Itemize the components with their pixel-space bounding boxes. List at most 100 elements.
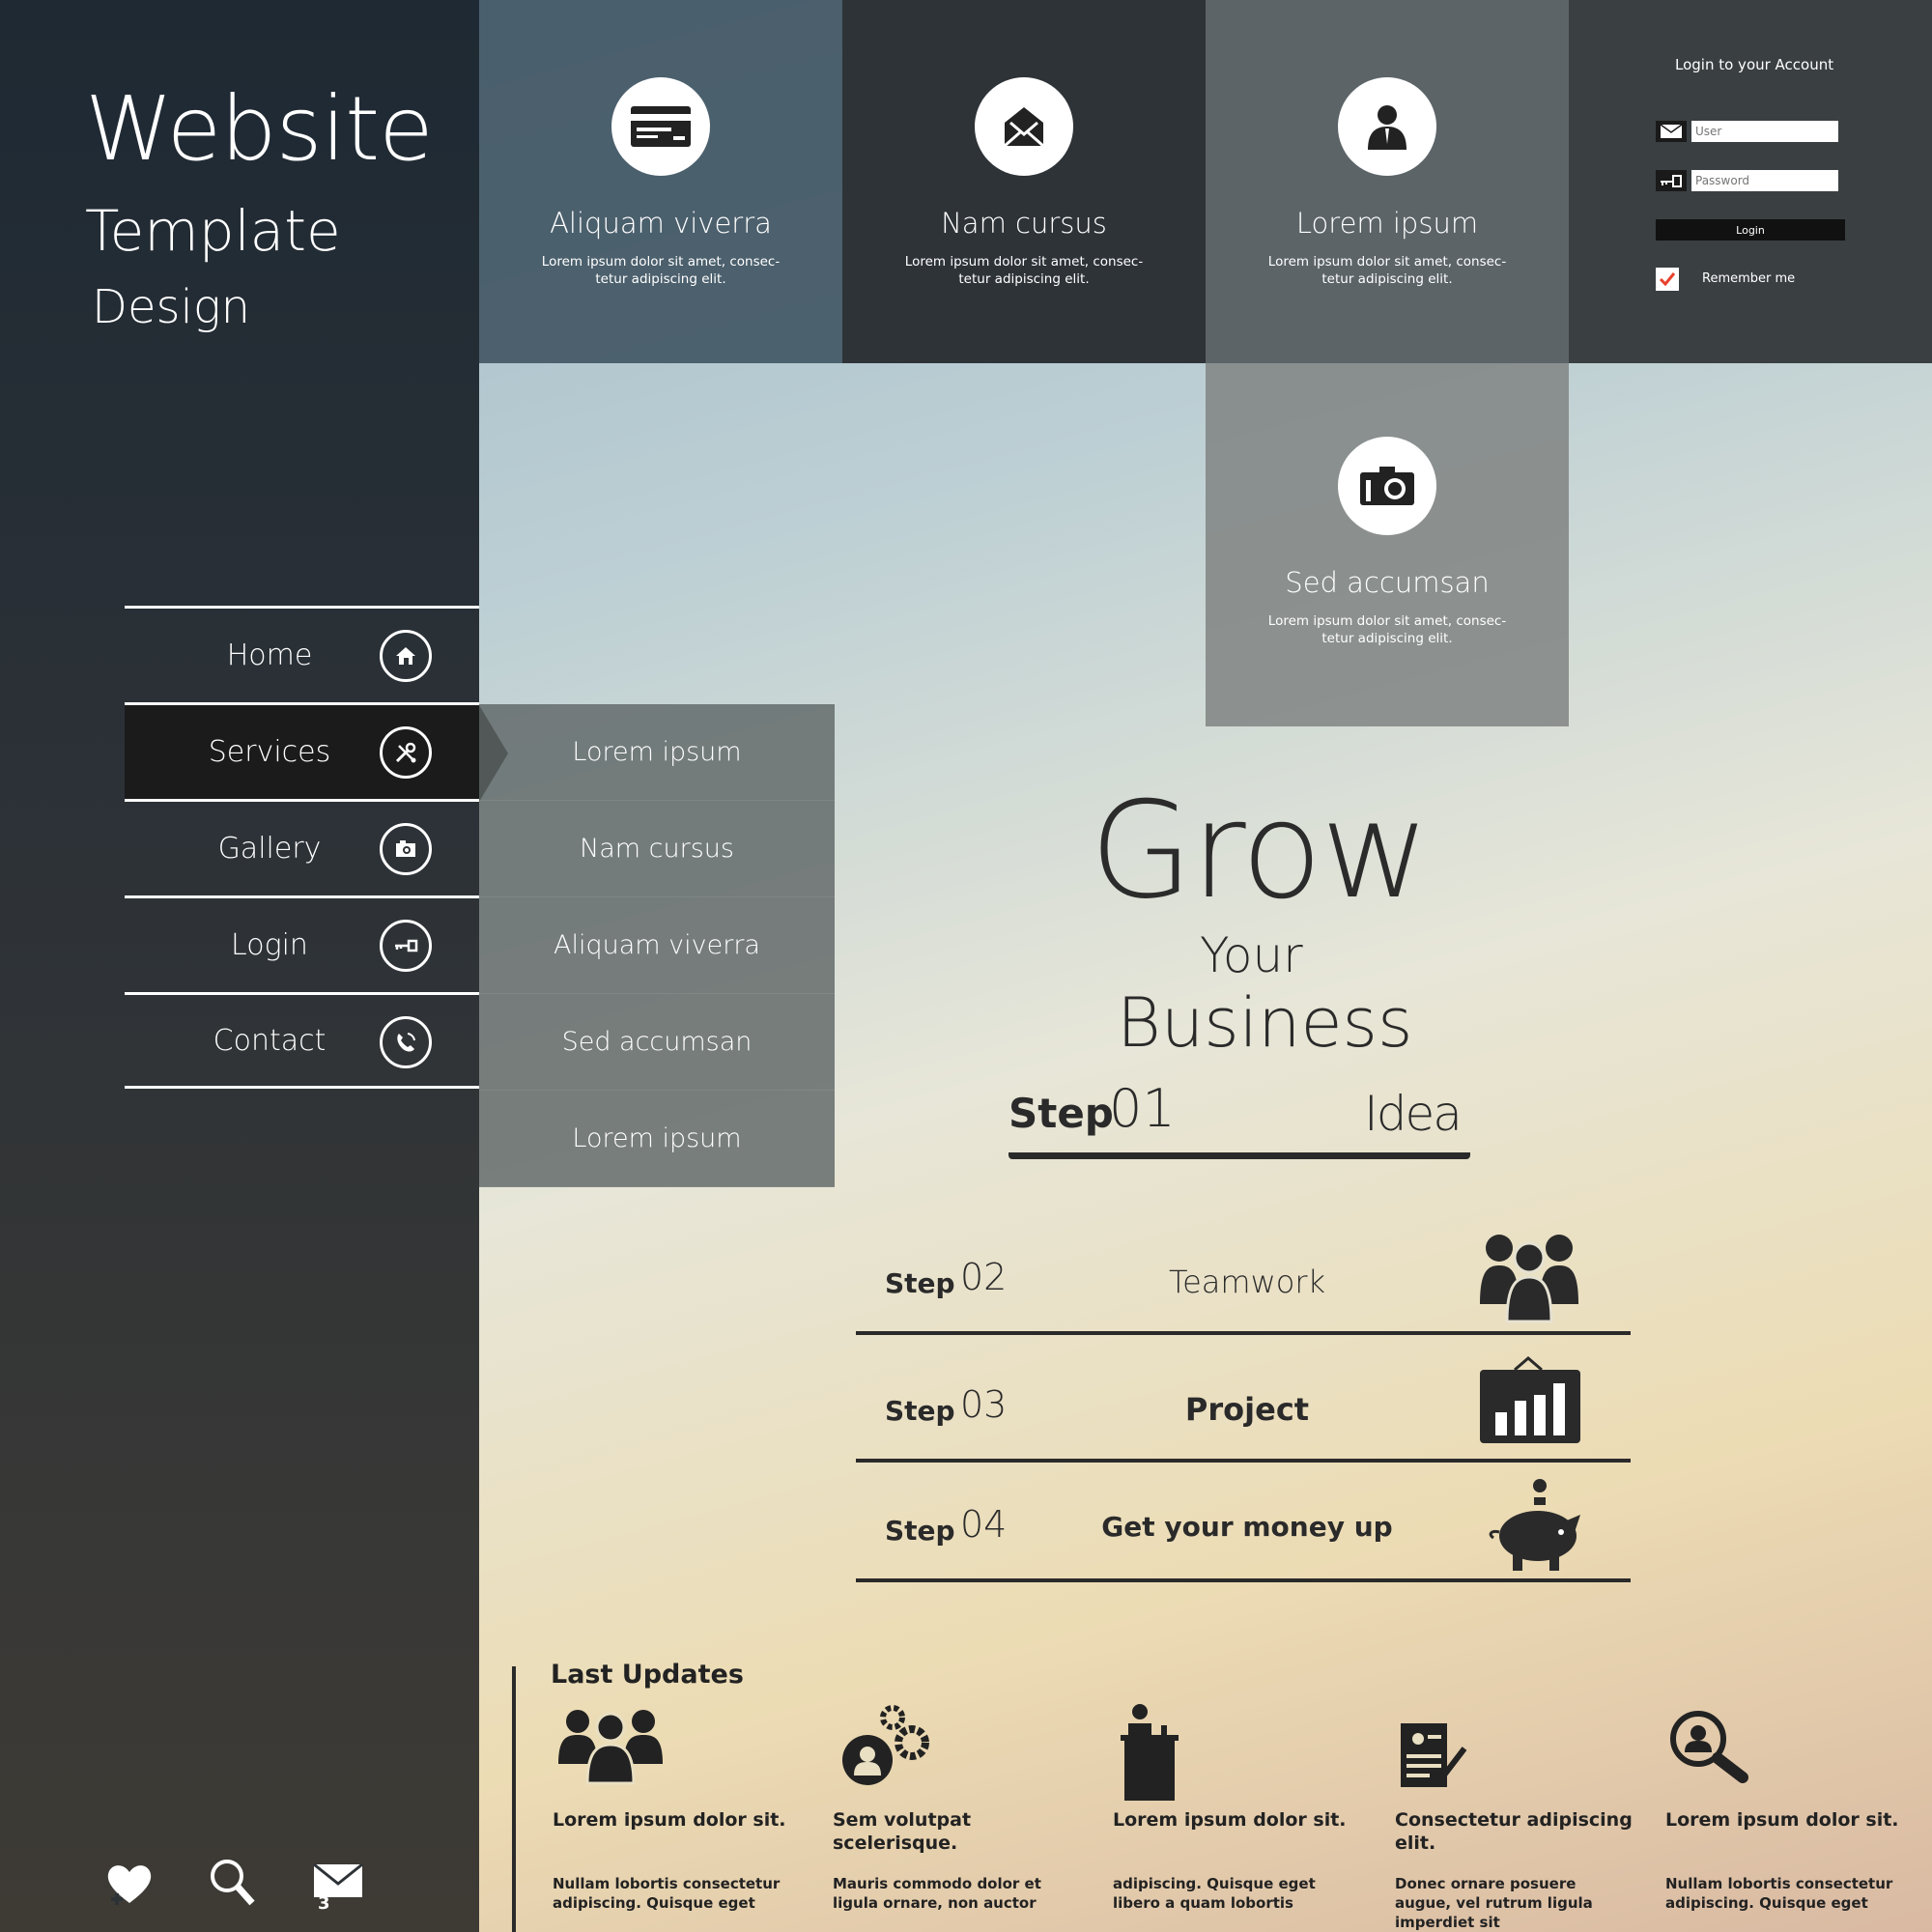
- envelope-icon: [1656, 121, 1687, 142]
- step-name: Get your money up: [1101, 1511, 1393, 1543]
- tile-description: Lorem ipsum dolor sit amet, consec-tetur…: [1267, 613, 1507, 646]
- resume-icon: [1395, 1700, 1520, 1806]
- step-name: Idea: [1364, 1086, 1463, 1142]
- step-row: Step 03 Project: [856, 1337, 1631, 1463]
- update-item[interactable]: Lorem ipsum dolor sit. Nullam lobortis c…: [1665, 1700, 1907, 1912]
- step-number: 01: [1109, 1078, 1176, 1139]
- brand-tagline: Design: [92, 280, 251, 334]
- update-heading: Sem volutpat scelerisque.: [833, 1809, 972, 1854]
- speaker-podium-icon: [1113, 1700, 1238, 1806]
- feature-tile[interactable]: Nam cursus Lorem ipsum dolor sit amet, c…: [842, 0, 1206, 363]
- credit-card-icon: [611, 77, 710, 176]
- step-name: Teamwork: [1168, 1264, 1325, 1300]
- home-icon: [380, 630, 432, 682]
- group-icon: [553, 1700, 678, 1806]
- feature-tile[interactable]: Lorem ipsum Lorem ipsum dolor sit amet, …: [1206, 0, 1569, 363]
- step-word: Step: [885, 1395, 955, 1427]
- step-word: Step: [885, 1267, 955, 1299]
- update-heading: Lorem ipsum dolor sit.: [553, 1809, 786, 1831]
- tile-title: Lorem ipsum: [1295, 207, 1479, 240]
- step-word: Step: [885, 1515, 955, 1547]
- update-text: Nullam lobortis consectetur adipiscing. …: [1665, 1875, 1893, 1912]
- nav-label: Services: [208, 735, 331, 769]
- tile-description: Lorem ipsum dolor sit amet, consec-tetur…: [1267, 254, 1507, 287]
- tools-icon: [380, 726, 432, 779]
- update-item[interactable]: Sem volutpat scelerisque. Mauris commodo…: [833, 1700, 1074, 1912]
- submenu-item[interactable]: Sed accumsan: [479, 994, 835, 1091]
- nav-item-login[interactable]: Login: [125, 895, 479, 992]
- update-heading: Lorem ipsum dolor sit.: [1113, 1809, 1347, 1831]
- update-text: adipiscing. Quisque eget libero a quam l…: [1113, 1875, 1316, 1912]
- feature-tile[interactable]: Sed accumsan Lorem ipsum dolor sit amet,…: [1206, 363, 1569, 726]
- mail-badge: 3: [318, 1893, 330, 1911]
- login-panel: Login to your Account Login Remember me: [1569, 0, 1932, 363]
- user-field[interactable]: [1691, 121, 1838, 142]
- updates-divider: [512, 1666, 516, 1932]
- step-word: Step: [1009, 1090, 1114, 1137]
- submenu-item[interactable]: Aliquam viverra: [479, 897, 835, 994]
- step-row: Step 02 Teamwork: [856, 1209, 1631, 1335]
- submenu-item[interactable]: Lorem ipsum: [479, 704, 835, 801]
- envelope-open-icon: [975, 77, 1073, 176]
- user-row: [1656, 121, 1838, 142]
- step-row: Step 01 Idea: [1009, 1078, 1470, 1159]
- bottom-toolbar: 3: [101, 1855, 366, 1914]
- nav-label: Home: [226, 639, 313, 672]
- tile-title: Sed accumsan: [1285, 566, 1490, 599]
- updates-title: Last Updates: [551, 1660, 744, 1690]
- login-title: Login to your Account: [1675, 56, 1834, 73]
- nav-label: Contact: [213, 1023, 327, 1058]
- step-row: Step 04 Get your money up: [856, 1457, 1631, 1582]
- update-text: Donec ornare posuere augue, vel rutrum l…: [1395, 1875, 1593, 1931]
- heart-add-icon[interactable]: [101, 1855, 157, 1911]
- team-icon: [1466, 1229, 1592, 1325]
- password-field[interactable]: [1691, 170, 1838, 191]
- piggy-bank-icon: [1466, 1476, 1592, 1573]
- hero-line-3: Business: [1117, 983, 1413, 1063]
- password-row: [1656, 170, 1838, 191]
- gears-user-icon: [833, 1700, 958, 1806]
- nav-label: Login: [231, 928, 308, 962]
- chart-board-icon: [1466, 1356, 1592, 1453]
- update-text: Nullam lobortis consectetur adipiscing. …: [553, 1875, 781, 1912]
- submenu-item[interactable]: Lorem ipsum: [479, 1091, 835, 1187]
- update-text: Mauris commodo dolor et ligula ornare, n…: [833, 1875, 1041, 1912]
- mail-icon[interactable]: 3: [310, 1855, 366, 1914]
- update-item[interactable]: Lorem ipsum dolor sit. Nullam lobortis c…: [553, 1700, 794, 1912]
- remember-checkbox[interactable]: [1656, 268, 1679, 291]
- feature-tile[interactable]: Aliquam viverra Lorem ipsum dolor sit am…: [479, 0, 842, 363]
- main-nav: Home Services Gallery Login Contact: [125, 606, 508, 1089]
- nav-item-home[interactable]: Home: [125, 606, 479, 702]
- login-button[interactable]: Login: [1656, 219, 1845, 241]
- step-number: 04: [960, 1503, 1008, 1546]
- tile-description: Lorem ipsum dolor sit amet, consec-tetur…: [904, 254, 1144, 287]
- step-number: 03: [960, 1383, 1008, 1426]
- nav-item-gallery[interactable]: Gallery: [125, 799, 479, 895]
- sidebar: Website Template Design Home Services Ga…: [0, 0, 508, 1932]
- tile-title: Aliquam viverra: [550, 207, 772, 240]
- user-icon: [1338, 77, 1436, 176]
- nav-item-services[interactable]: Services: [125, 702, 508, 802]
- submenu-item[interactable]: Nam cursus: [479, 801, 835, 897]
- step-name: Project: [1184, 1391, 1310, 1428]
- services-submenu: Lorem ipsum Nam cursus Aliquam viverra S…: [479, 704, 835, 1187]
- brand-subtitle: Template: [85, 198, 341, 264]
- phone-icon: [380, 1016, 432, 1068]
- nav-item-contact[interactable]: Contact: [125, 992, 479, 1089]
- update-item[interactable]: Lorem ipsum dolor sit. adipiscing. Quisq…: [1113, 1700, 1354, 1912]
- hero-line-2: Your: [1200, 927, 1303, 983]
- update-item[interactable]: Consectetur adipiscing elit. Donec ornar…: [1395, 1700, 1636, 1931]
- hero-line-1: Grow: [1090, 773, 1430, 928]
- nav-label: Gallery: [217, 832, 322, 866]
- user-search-icon: [1665, 1700, 1791, 1806]
- key-icon: [380, 920, 432, 972]
- remember-label: Remember me: [1702, 271, 1796, 286]
- tile-description: Lorem ipsum dolor sit amet, consec-tetur…: [541, 254, 781, 287]
- tile-title: Nam cursus: [941, 207, 1107, 240]
- update-heading: Consectetur adipiscing elit.: [1395, 1809, 1633, 1854]
- brand-title: Website: [85, 77, 434, 181]
- search-icon[interactable]: [206, 1855, 262, 1911]
- update-heading: Lorem ipsum dolor sit.: [1665, 1809, 1899, 1831]
- camera-icon: [1338, 437, 1436, 535]
- camera-icon: [380, 823, 432, 875]
